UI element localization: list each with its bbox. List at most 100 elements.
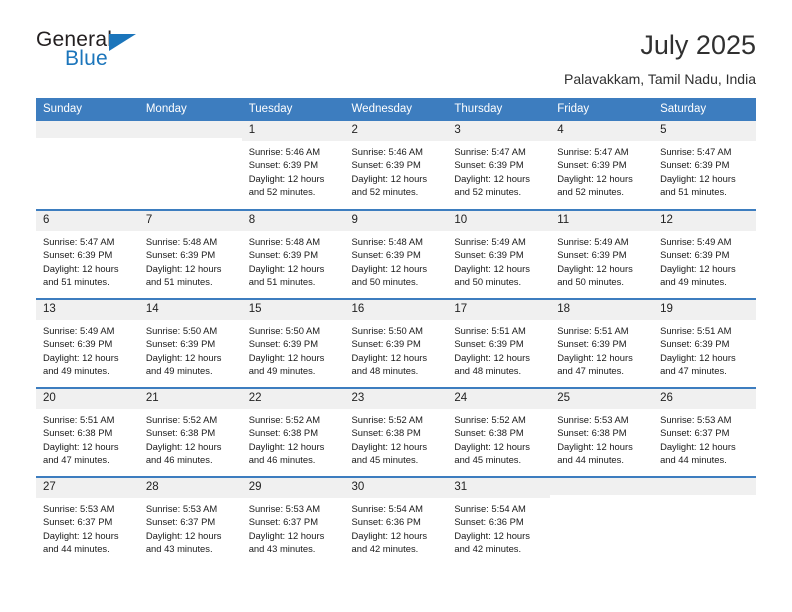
- daylight-line-2: and 42 minutes.: [454, 542, 522, 554]
- sunset-line: Sunset: 6:39 PM: [660, 338, 730, 350]
- day-details: Sunrise: 5:47 AM Sunset: 6:39 PM Daylight:…: [447, 141, 550, 198]
- calendar-day-cell[interactable]: 14 Sunrise: 5:50 AM Sunset: 6:39 PM Dayligh…: [138, 298, 242, 388]
- calendar-day-cell[interactable]: 20 Sunrise: 5:51 AM Sunset: 6:38 PM Dayligh…: [36, 387, 139, 477]
- day-details: Sunrise: 5:47 AM Sunset: 6:39 PM Daylight:…: [550, 141, 653, 198]
- daylight-line-1: Daylight: 12 hours: [145, 440, 222, 452]
- day-details: Sunrise: 5:50 AM Sunset: 6:39 PM Daylight:…: [345, 320, 448, 377]
- day-number: 30: [344, 478, 448, 499]
- calendar-day-cell-empty: [653, 476, 756, 566]
- day-details: Sunrise: 5:53 AM Sunset: 6:37 PM Daylight:…: [36, 498, 139, 555]
- daylight-line-1: Daylight: 12 hours: [557, 262, 633, 274]
- weekday-header-sunday: Sunday: [36, 98, 139, 121]
- day-number: 26: [653, 389, 756, 410]
- daylight-line-2: and 43 minutes.: [145, 542, 213, 554]
- calendar-day-cell[interactable]: 27 Sunrise: 5:53 AM Sunset: 6:37 PM Dayligh…: [36, 476, 139, 566]
- calendar-day-cell[interactable]: 21 Sunrise: 5:52 AM Sunset: 6:38 PM Dayligh…: [138, 387, 242, 477]
- calendar-day-cell[interactable]: 28 Sunrise: 5:53 AM Sunset: 6:37 PM Dayligh…: [138, 476, 242, 566]
- sunset-line: Sunset: 6:39 PM: [248, 159, 318, 171]
- sunset-line: Sunset: 6:39 PM: [557, 338, 627, 350]
- daylight-line-2: and 52 minutes.: [248, 185, 316, 197]
- logo-triangle-icon: [109, 34, 136, 51]
- calendar-day-cell[interactable]: 24 Sunrise: 5:52 AM Sunset: 6:38 PM Dayligh…: [447, 387, 551, 477]
- day-number: 8: [241, 211, 345, 232]
- daylight-line-1: Daylight: 12 hours: [248, 440, 325, 452]
- daylight-line-2: and 45 minutes.: [454, 453, 522, 465]
- day-details: Sunrise: 5:53 AM Sunset: 6:38 PM Daylight:…: [550, 409, 653, 466]
- calendar-table: Sunday Monday Tuesday Wednesday Thursday…: [36, 98, 756, 566]
- calendar-day-cell[interactable]: 19 Sunrise: 5:51 AM Sunset: 6:39 PM Dayligh…: [653, 298, 756, 388]
- calendar-day-cell[interactable]: 13 Sunrise: 5:49 AM Sunset: 6:39 PM Dayligh…: [36, 298, 139, 388]
- calendar-day-cell[interactable]: 25 Sunrise: 5:53 AM Sunset: 6:38 PM Dayligh…: [550, 387, 654, 477]
- weekday-header-monday: Monday: [138, 98, 242, 121]
- calendar-day-cell[interactable]: 11 Sunrise: 5:49 AM Sunset: 6:39 PM Dayligh…: [550, 209, 654, 299]
- daylight-line-1: Daylight: 12 hours: [660, 440, 736, 452]
- calendar-day-cell[interactable]: 2 Sunrise: 5:46 AM Sunset: 6:39 PM Daylight…: [344, 121, 448, 210]
- calendar-day-cell[interactable]: 6 Sunrise: 5:47 AM Sunset: 6:39 PM Daylight…: [36, 209, 139, 299]
- calendar-day-cell[interactable]: 16 Sunrise: 5:50 AM Sunset: 6:39 PM Dayligh…: [344, 298, 448, 388]
- calendar-day-cell[interactable]: 26 Sunrise: 5:53 AM Sunset: 6:37 PM Dayligh…: [653, 387, 756, 477]
- sunrise-line: Sunrise: 5:48 AM: [145, 236, 218, 248]
- daylight-line-2: and 51 minutes.: [43, 275, 110, 287]
- calendar-day-cell[interactable]: 4 Sunrise: 5:47 AM Sunset: 6:39 PM Daylight…: [550, 121, 654, 210]
- sunrise-line: Sunrise: 5:54 AM: [454, 503, 526, 515]
- calendar-day-cell[interactable]: 9 Sunrise: 5:48 AM Sunset: 6:39 PM Daylight…: [344, 209, 448, 299]
- day-details: Sunrise: 5:50 AM Sunset: 6:39 PM Daylight:…: [139, 320, 242, 377]
- calendar-head: Sunday Monday Tuesday Wednesday Thursday…: [36, 98, 756, 121]
- day-details: Sunrise: 5:52 AM Sunset: 6:38 PM Daylight:…: [345, 409, 448, 466]
- calendar-day-cell[interactable]: 22 Sunrise: 5:52 AM Sunset: 6:38 PM Dayligh…: [241, 387, 345, 477]
- calendar-day-cell[interactable]: 1 Sunrise: 5:46 AM Sunset: 6:39 PM Daylight…: [241, 121, 345, 210]
- daylight-line-1: Daylight: 12 hours: [351, 262, 428, 274]
- day-number: 24: [447, 389, 551, 410]
- calendar-day-cell[interactable]: 18 Sunrise: 5:51 AM Sunset: 6:39 PM Dayligh…: [550, 298, 654, 388]
- day-details: Sunrise: 5:46 AM Sunset: 6:39 PM Daylight:…: [345, 141, 448, 198]
- day-number: 29: [241, 478, 345, 499]
- calendar-day-cell[interactable]: 15 Sunrise: 5:50 AM Sunset: 6:39 PM Dayligh…: [241, 298, 345, 388]
- daylight-line-1: Daylight: 12 hours: [43, 351, 119, 363]
- day-number: 9: [344, 211, 448, 232]
- day-details: Sunrise: 5:47 AM Sunset: 6:39 PM Daylight:…: [653, 141, 756, 198]
- sunset-line: Sunset: 6:39 PM: [351, 338, 421, 350]
- calendar-day-cell[interactable]: 31 Sunrise: 5:54 AM Sunset: 6:36 PM Dayligh…: [447, 476, 551, 566]
- day-number: 27: [36, 478, 139, 499]
- general-blue-logo[interactable]: General Blue: [36, 28, 166, 80]
- calendar-week-row: 27 Sunrise: 5:53 AM Sunset: 6:37 PM Dayligh…: [36, 476, 756, 566]
- daylight-line-1: Daylight: 12 hours: [351, 440, 428, 452]
- day-details: Sunrise: 5:52 AM Sunset: 6:38 PM Daylight:…: [139, 409, 242, 466]
- sunrise-line: Sunrise: 5:49 AM: [454, 236, 526, 248]
- calendar-day-cell[interactable]: 7 Sunrise: 5:48 AM Sunset: 6:39 PM Daylight…: [138, 209, 242, 299]
- day-number: 19: [653, 300, 756, 321]
- day-number: 12: [653, 211, 756, 232]
- calendar-day-cell[interactable]: 30 Sunrise: 5:54 AM Sunset: 6:36 PM Dayligh…: [344, 476, 448, 566]
- calendar-day-cell[interactable]: 3 Sunrise: 5:47 AM Sunset: 6:39 PM Daylight…: [447, 121, 551, 210]
- daylight-line-1: Daylight: 12 hours: [248, 529, 325, 541]
- day-details: Sunrise: 5:51 AM Sunset: 6:39 PM Daylight:…: [447, 320, 550, 377]
- sunrise-line: Sunrise: 5:51 AM: [557, 325, 629, 337]
- calendar-day-cell[interactable]: 23 Sunrise: 5:52 AM Sunset: 6:38 PM Dayligh…: [344, 387, 448, 477]
- daylight-line-1: Daylight: 12 hours: [248, 351, 325, 363]
- calendar-day-cell[interactable]: 29 Sunrise: 5:53 AM Sunset: 6:37 PM Dayligh…: [241, 476, 345, 566]
- calendar-day-cell[interactable]: 5 Sunrise: 5:47 AM Sunset: 6:39 PM Daylight…: [653, 121, 756, 210]
- sunset-line: Sunset: 6:39 PM: [43, 338, 113, 350]
- day-number: 16: [344, 300, 448, 321]
- sunrise-line: Sunrise: 5:49 AM: [660, 236, 732, 248]
- day-details: Sunrise: 5:48 AM Sunset: 6:39 PM Daylight:…: [139, 231, 242, 288]
- page-title: July 2025: [640, 30, 756, 60]
- calendar-day-cell[interactable]: 10 Sunrise: 5:49 AM Sunset: 6:39 PM Dayligh…: [447, 209, 551, 299]
- day-number: 14: [138, 300, 242, 321]
- sunrise-line: Sunrise: 5:50 AM: [248, 325, 321, 337]
- sunrise-line: Sunrise: 5:49 AM: [43, 325, 115, 337]
- day-number: 11: [550, 211, 654, 232]
- daylight-line-2: and 52 minutes.: [351, 185, 419, 197]
- day-details: Sunrise: 5:46 AM Sunset: 6:39 PM Daylight:…: [242, 141, 345, 198]
- sunset-line: Sunset: 6:38 PM: [557, 427, 627, 439]
- day-number: [550, 478, 654, 495]
- calendar-day-cell[interactable]: 12 Sunrise: 5:49 AM Sunset: 6:39 PM Dayligh…: [653, 209, 756, 299]
- daylight-line-1: Daylight: 12 hours: [351, 172, 428, 184]
- calendar-day-cell[interactable]: 8 Sunrise: 5:48 AM Sunset: 6:39 PM Daylight…: [241, 209, 345, 299]
- day-details: Sunrise: 5:51 AM Sunset: 6:38 PM Daylight:…: [36, 409, 139, 466]
- sunrise-line: Sunrise: 5:49 AM: [557, 236, 629, 248]
- daylight-line-2: and 52 minutes.: [454, 185, 522, 197]
- calendar-day-cell[interactable]: 17 Sunrise: 5:51 AM Sunset: 6:39 PM Dayligh…: [447, 298, 551, 388]
- daylight-line-1: Daylight: 12 hours: [454, 440, 530, 452]
- daylight-line-1: Daylight: 12 hours: [351, 351, 428, 363]
